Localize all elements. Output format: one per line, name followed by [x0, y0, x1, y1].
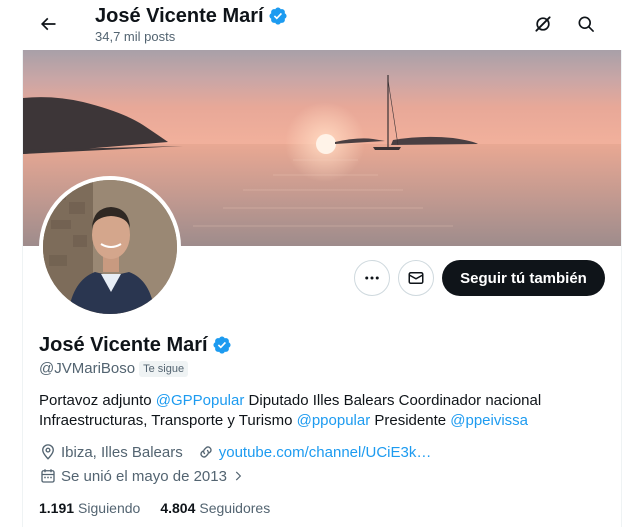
header-title: José Vicente Marí: [95, 4, 288, 28]
following-link[interactable]: 1.191 Siguiendo: [39, 500, 140, 516]
search-button[interactable]: [568, 6, 604, 42]
handle-row: @JVMariBoso Te sigue: [39, 360, 189, 377]
link-icon: [200, 446, 212, 458]
header-title-block: José Vicente Marí 34,7 mil posts: [95, 4, 288, 45]
search-icon: [578, 16, 594, 32]
following-label: Siguiendo: [78, 500, 141, 516]
profile-meta-row: Ibiza, Illes Balears youtube.com/channel…: [39, 443, 445, 461]
verified-badge-icon: [269, 7, 287, 25]
profile-handle: @JVMariBoso: [39, 360, 136, 377]
joined-item[interactable]: Se unió el mayo de 2013: [39, 467, 245, 485]
bio-text-3: Presidente: [370, 412, 451, 429]
location-text: Ibiza, Illes Balears: [61, 443, 183, 461]
message-button[interactable]: [398, 260, 434, 296]
bio-mention-ppopular[interactable]: @ppopular: [297, 412, 371, 429]
bio-text-1: Portavoz adjunto: [39, 392, 156, 409]
follow-back-button[interactable]: Seguir tú también: [442, 260, 605, 296]
profile-name: José Vicente Marí: [39, 333, 232, 357]
follows-you-badge: Te sigue: [139, 360, 189, 377]
arrow-left-icon: [40, 17, 56, 31]
calendar-icon: [41, 469, 55, 483]
header-name: José Vicente Marí: [95, 5, 264, 27]
more-icon: [365, 276, 379, 280]
following-count: 1.191: [39, 500, 75, 516]
profile-avatar[interactable]: [39, 176, 181, 318]
follow-stats: 1.191 Siguiendo 4.804 Seguidores: [39, 500, 270, 516]
profile-display-name: José Vicente Marí: [39, 334, 208, 356]
avatar-photo: [43, 180, 177, 314]
joined-text: Se unió el mayo de 2013: [61, 467, 227, 485]
grok-button[interactable]: [525, 6, 561, 42]
bio-mention-gppopular[interactable]: @GPPopular: [156, 392, 245, 409]
more-button[interactable]: [354, 260, 390, 296]
bio-mention-ppeivissa[interactable]: @ppeivissa: [450, 412, 528, 429]
verified-badge-icon[interactable]: [212, 335, 232, 355]
grok-icon: [535, 16, 551, 32]
back-button[interactable]: [30, 6, 66, 42]
chevron-right-icon: [235, 471, 242, 481]
website-item[interactable]: youtube.com/channel/UCiE3k…: [197, 443, 432, 461]
location-item: Ibiza, Illes Balears: [39, 443, 183, 461]
website-link[interactable]: youtube.com/channel/UCiE3k…: [219, 444, 432, 461]
posts-count: 34,7 mil posts: [95, 29, 176, 44]
followers-link[interactable]: 4.804 Seguidores: [160, 500, 270, 516]
envelope-icon: [408, 272, 424, 284]
followers-count: 4.804: [160, 500, 196, 516]
profile-header: José Vicente Marí 34,7 mil posts: [0, 0, 638, 50]
profile-bio: Portavoz adjunto @GPPopular Diputado Ill…: [39, 391, 599, 431]
profile-joined-row: Se unió el mayo de 2013: [39, 467, 259, 485]
location-pin-icon: [42, 444, 54, 460]
followers-label: Seguidores: [199, 500, 271, 516]
